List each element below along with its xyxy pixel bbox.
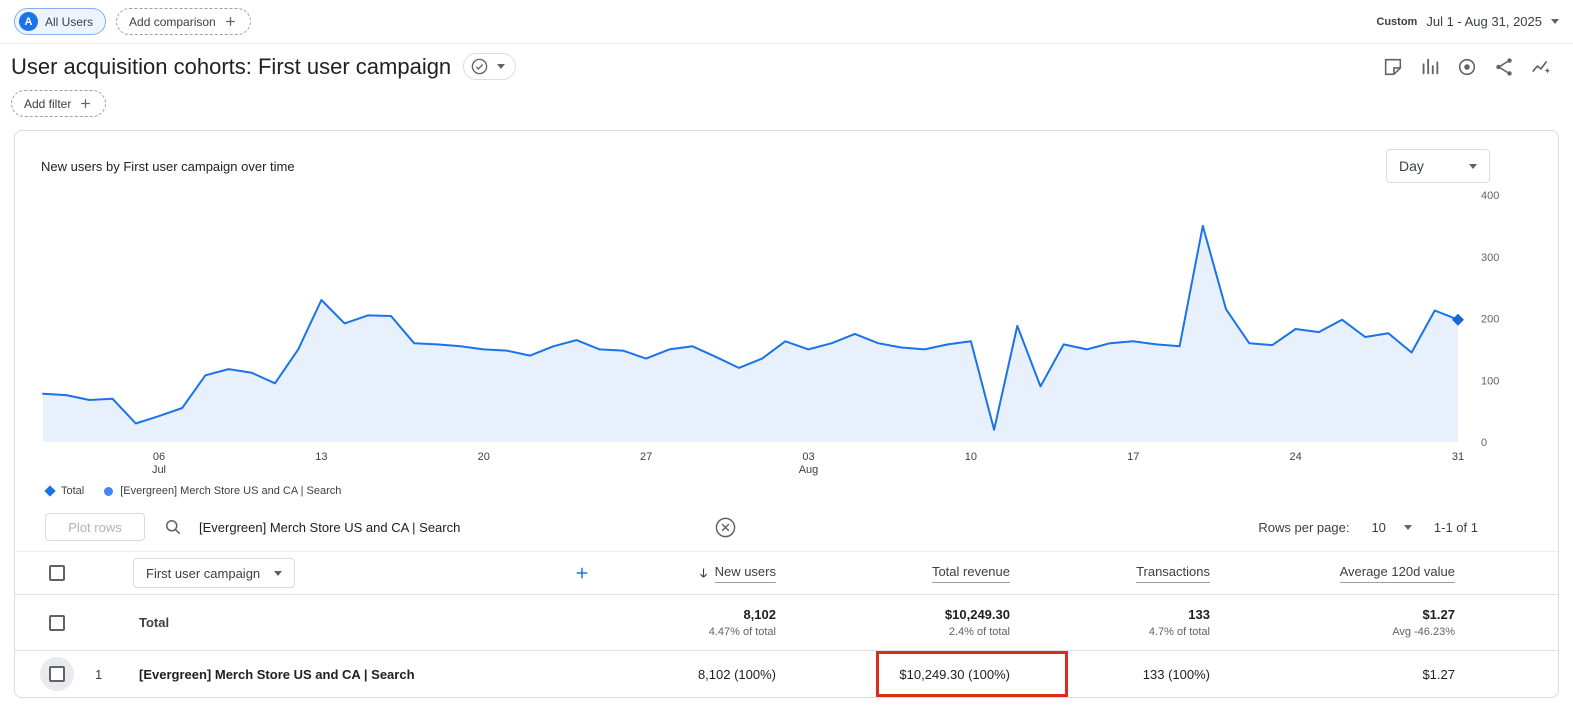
total-marker-icon — [44, 485, 56, 497]
row-total-revenue: $10,249.30 (100%) — [899, 666, 1010, 682]
column-header-total-revenue[interactable]: Total revenue — [931, 564, 1010, 583]
sort-descending-icon — [696, 566, 711, 581]
totals-transactions-pct: 4.7% of total — [1148, 626, 1210, 638]
page-title: User acquisition cohorts: First user cam… — [11, 53, 452, 79]
target-icon[interactable] — [1455, 55, 1479, 79]
totals-label: Total — [139, 615, 170, 630]
table-row[interactable]: 1 [Evergreen] Merch Store US and CA | Se… — [15, 651, 1558, 697]
svg-text:13: 13 — [315, 451, 327, 463]
notes-icon[interactable] — [1381, 55, 1405, 79]
svg-text:300: 300 — [1481, 252, 1499, 264]
chevron-down-icon — [497, 64, 506, 69]
row-new-users: 8,102 (100%) — [697, 666, 776, 682]
timeseries-line-chart[interactable]: 0 100 200 300 400 06Jul 13 20 27 03Aug 10 17 24 31 — [15, 183, 1556, 479]
totals-avg-120d-value: $1.27 — [1422, 607, 1455, 622]
campaign-marker-icon — [104, 486, 114, 496]
legend-label: Total — [61, 485, 85, 497]
svg-text:03: 03 — [802, 451, 814, 463]
svg-text:200: 200 — [1481, 314, 1499, 326]
svg-text:17: 17 — [1127, 451, 1139, 463]
plus-icon — [223, 14, 238, 29]
svg-text:400: 400 — [1481, 190, 1499, 202]
chevron-down-icon — [1469, 163, 1477, 169]
row-avg-120d-value: $1.27 — [1422, 666, 1455, 682]
granularity-value: Day — [1399, 158, 1424, 174]
dimension-header-label: First user campaign — [146, 565, 261, 581]
row-campaign-name[interactable]: [Evergreen] Merch Store US and CA | Sear… — [139, 667, 415, 682]
svg-text:0: 0 — [1481, 437, 1487, 449]
chevron-down-icon — [1403, 524, 1412, 530]
add-secondary-dimension-button[interactable] — [573, 564, 591, 582]
all-users-chip[interactable]: A All Users — [14, 8, 107, 35]
row-index: 1 — [95, 666, 103, 682]
pagination-controls: Rows per page: 10 1-1 of 1 — [1258, 520, 1478, 535]
add-comparison-label: Add comparison — [129, 14, 216, 29]
title-row: User acquisition cohorts: First user cam… — [0, 44, 1573, 82]
filter-row: Add filter — [0, 82, 1573, 130]
report-actions — [1381, 55, 1559, 79]
table-totals-row: Total 8,102 4.47% of total $10,249.30 2.… — [15, 595, 1558, 651]
date-range-type: Custom — [1376, 15, 1418, 28]
totals-new-users: 8,102 — [743, 607, 776, 622]
totals-transactions: 133 — [1188, 607, 1210, 622]
row-checkbox[interactable] — [49, 666, 65, 682]
add-filter-chip[interactable]: Add filter — [11, 90, 107, 117]
data-quality-badge[interactable] — [463, 53, 517, 80]
select-all-checkbox[interactable] — [49, 565, 65, 581]
report-card: New users by First user campaign over ti… — [14, 130, 1559, 698]
clear-search-icon[interactable] — [714, 516, 737, 539]
svg-text:Aug: Aug — [799, 464, 819, 476]
svg-text:100: 100 — [1481, 375, 1499, 387]
plus-icon — [78, 96, 93, 111]
totals-row-checkbox[interactable] — [49, 614, 65, 631]
svg-text:10: 10 — [965, 451, 977, 463]
totals-avg-120d-value-sub: Avg -46.23% — [1392, 626, 1455, 638]
table-search — [163, 516, 737, 539]
chart-header: New users by First user campaign over ti… — [15, 131, 1558, 183]
topbar: A All Users Add comparison Custom Jul 1 … — [0, 0, 1573, 44]
row-transactions: 133 (100%) — [1142, 666, 1210, 682]
date-range-value: Jul 1 - Aug 31, 2025 — [1426, 14, 1542, 29]
date-range-picker[interactable]: Custom Jul 1 - Aug 31, 2025 — [1376, 14, 1559, 29]
pagination-label: 1-1 of 1 — [1433, 519, 1478, 535]
insights-icon[interactable] — [1529, 55, 1553, 79]
svg-text:20: 20 — [478, 451, 490, 463]
legend-label: [Evergreen] Merch Store US and CA | Sear… — [120, 485, 342, 497]
dimension-select[interactable]: First user campaign — [133, 558, 296, 588]
svg-text:31: 31 — [1452, 451, 1464, 463]
totals-new-users-pct: 4.47% of total — [708, 626, 776, 638]
add-filter-label: Add filter — [24, 96, 72, 111]
chevron-down-icon — [274, 570, 283, 576]
rows-per-page-value: 10 — [1371, 519, 1386, 535]
table-toolbar: Plot rows Rows per page: 10 1-1 of 1 — [15, 503, 1558, 551]
add-comparison-chip[interactable]: Add comparison — [116, 8, 251, 35]
svg-text:24: 24 — [1289, 451, 1301, 463]
search-icon — [163, 517, 183, 537]
legend-item-total[interactable]: Total — [44, 485, 85, 497]
svg-text:Jul: Jul — [152, 464, 166, 476]
column-header-average-120d-value[interactable]: Average 120d value — [1339, 564, 1455, 583]
all-users-label: All Users — [45, 14, 94, 29]
checkbox-halo — [40, 657, 74, 691]
granularity-select[interactable]: Day — [1386, 149, 1490, 183]
audience-avatar: A — [19, 12, 38, 31]
svg-text:06: 06 — [153, 451, 165, 463]
rows-per-page-label: Rows per page: — [1258, 519, 1350, 535]
totals-total-revenue-pct: 2.4% of total — [948, 626, 1010, 638]
chart-legend: Total [Evergreen] Merch Store US and CA … — [15, 479, 1558, 503]
share-icon[interactable] — [1492, 55, 1516, 79]
search-input[interactable] — [197, 518, 700, 536]
chevron-down-icon — [1551, 19, 1559, 24]
legend-item-campaign[interactable]: [Evergreen] Merch Store US and CA | Sear… — [104, 485, 341, 497]
column-header-transactions[interactable]: Transactions — [1136, 564, 1210, 583]
check-circle-icon — [470, 57, 489, 76]
plot-rows-button[interactable]: Plot rows — [45, 513, 145, 541]
chart-title: New users by First user campaign over ti… — [41, 159, 295, 174]
svg-text:27: 27 — [640, 451, 652, 463]
bar-chart-icon[interactable] — [1418, 55, 1442, 79]
column-header-new-users[interactable]: New users — [714, 564, 776, 583]
totals-total-revenue: $10,249.30 — [944, 607, 1010, 622]
table-header-row: First user campaign New users Total reve… — [15, 551, 1558, 595]
rows-per-page-select[interactable]: 10 — [1371, 519, 1412, 535]
